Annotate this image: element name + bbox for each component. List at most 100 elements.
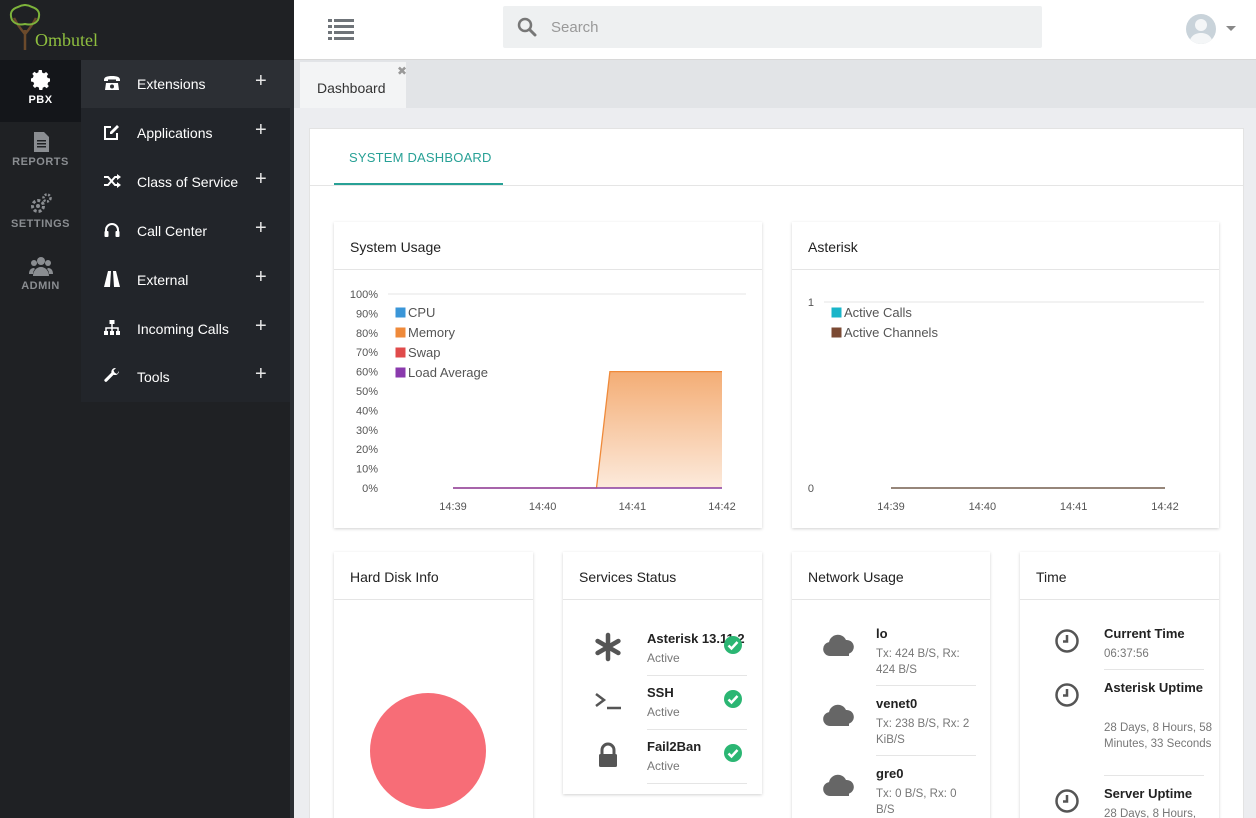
card-title: Services Status [579, 569, 677, 585]
expand-plus-icon[interactable]: + [255, 217, 267, 240]
rail-item-settings[interactable]: SETTINGS [0, 184, 81, 246]
tab-dashboard[interactable]: Dashboard ✖ [300, 62, 407, 108]
time-label: Server Uptime [1104, 786, 1193, 801]
row-divider [1104, 775, 1204, 776]
interface-traffic: Tx: 424 B/S, Rx: 424 B/S [876, 648, 960, 676]
terminal-icon [595, 693, 621, 710]
legend-label: Swap [408, 345, 441, 360]
card-title: System Usage [350, 239, 442, 255]
x-tick-label: 14:39 [877, 501, 905, 513]
submenu-item-tools[interactable]: Tools + [81, 353, 293, 401]
road-icon [104, 271, 120, 287]
user-silhouette-icon [1189, 19, 1213, 44]
submenu-label: Tools [137, 369, 170, 385]
x-tick-label: 14:41 [619, 501, 647, 513]
asterisk-chart: 1 0 14:39 14:40 14:41 14:42 Active Calls Active… [808, 297, 1204, 513]
y-tick-label: 70% [356, 347, 378, 359]
chevron-down-icon[interactable] [1226, 26, 1236, 31]
legend-swatch [830, 326, 843, 339]
service-status: Active [647, 705, 680, 719]
service-row-asterisk: Asterisk 13.11.2 Active [587, 622, 763, 676]
phone-icon [104, 76, 120, 90]
expand-plus-icon[interactable]: + [255, 363, 267, 386]
app-logo-text: Ombutel [35, 30, 98, 50]
submenu-item-external[interactable]: External + [81, 256, 293, 304]
top-header [294, 0, 1256, 60]
legend-swatch [394, 366, 407, 379]
y-tick-label: 20% [356, 444, 378, 456]
x-tick-label: 14:42 [708, 501, 736, 513]
search-input[interactable] [551, 14, 1021, 40]
legend-label: Active Channels [844, 325, 938, 340]
time-value: 28 Days, 8 Hours, [1104, 808, 1197, 818]
rail-label: REPORTS [12, 156, 69, 168]
x-tick-label: 14:39 [439, 501, 467, 513]
rail-item-reports[interactable]: REPORTS [0, 122, 81, 184]
submenu-item-call-center[interactable]: Call Center + [81, 207, 293, 255]
rail-label: ADMIN [21, 280, 60, 292]
tab-label: Dashboard [317, 80, 386, 96]
time-value: 28 Days, 8 Hours, 58 Minutes, 33 Seconds [1104, 722, 1213, 750]
clock-icon [1055, 789, 1079, 813]
y-tick-label: 0 [808, 483, 814, 495]
expand-plus-icon[interactable]: + [255, 70, 267, 93]
rail-item-pbx[interactable]: PBX [0, 60, 81, 122]
lock-icon [599, 742, 617, 767]
submenu-label: External [137, 272, 189, 288]
x-tick-label: 14:40 [529, 501, 557, 513]
interface-traffic: Tx: 0 B/S, Rx: 0 B/S [876, 788, 957, 816]
expand-plus-icon[interactable]: + [255, 315, 267, 338]
edit-icon [104, 125, 119, 140]
clock-icon [1055, 683, 1079, 707]
y-tick-label: 10% [356, 464, 378, 476]
users-icon [28, 257, 53, 276]
hard-disk-card: Hard Disk Info [334, 552, 533, 818]
close-icon[interactable]: ✖ [397, 64, 407, 78]
expand-plus-icon[interactable]: + [255, 266, 267, 289]
rail-label: SETTINGS [10, 218, 70, 230]
gear-icon [30, 70, 50, 90]
tab-divider [310, 185, 1243, 186]
asterisk-icon [595, 632, 621, 662]
list-menu-icon[interactable] [328, 18, 354, 40]
rail-item-admin[interactable]: ADMIN [0, 246, 81, 308]
pbx-submenu: Extensions + Applications + Class of Ser… [81, 60, 294, 402]
submenu-label: Extensions [137, 76, 206, 92]
network-usage-card: Network Usage lo Tx: 424 B/S, Rx: 424 B/… [792, 552, 990, 818]
time-label: Asterisk Uptime [1104, 680, 1203, 695]
tab-system-dashboard[interactable]: SYSTEM DASHBOARD [334, 129, 503, 185]
interface-traffic: Tx: 238 B/S, Rx: 2 KiB/S [876, 718, 970, 746]
service-status: Active [647, 759, 680, 773]
user-avatar[interactable] [1186, 14, 1216, 44]
card-title: Asterisk [808, 239, 858, 255]
disk-usage-pie [370, 693, 486, 809]
submenu-item-applications[interactable]: Applications + [81, 109, 293, 157]
submenu-label: Class of Service [137, 174, 239, 190]
row-divider [647, 783, 747, 784]
expand-plus-icon[interactable]: + [255, 119, 267, 142]
legend-label: Active Calls [844, 305, 912, 320]
expand-plus-icon[interactable]: + [255, 168, 267, 191]
document-icon [33, 132, 49, 152]
search-box[interactable] [503, 6, 1042, 48]
gears-icon [30, 193, 52, 213]
logo-area[interactable]: Ombutel [0, 0, 294, 60]
card-divider [334, 599, 533, 600]
check-circle-icon [724, 636, 742, 654]
submenu-item-class-of-service[interactable]: Class of Service + [81, 158, 293, 206]
row-divider [1104, 669, 1204, 670]
interface-name: venet0 [876, 696, 918, 711]
y-tick-label: 30% [356, 425, 378, 437]
clock-icon [1055, 629, 1079, 653]
submenu-item-incoming-calls[interactable]: Incoming Calls + [81, 305, 293, 353]
x-tick-label: 14:40 [969, 501, 997, 513]
interface-name: lo [876, 626, 888, 641]
system-usage-card: System Usage 100% 90% 80% 70% 60% 50% 40% 30% 20… [334, 222, 762, 528]
services-status-card: Services Status Asterisk 13.11.2 Active … [563, 552, 762, 794]
wrench-icon [104, 367, 120, 382]
service-row-ssh: SSH Active [587, 676, 763, 730]
card-title: Time [1036, 569, 1067, 585]
shuffle-icon [104, 174, 121, 188]
x-tick-label: 14:41 [1060, 501, 1088, 513]
submenu-item-extensions[interactable]: Extensions + [81, 60, 293, 108]
